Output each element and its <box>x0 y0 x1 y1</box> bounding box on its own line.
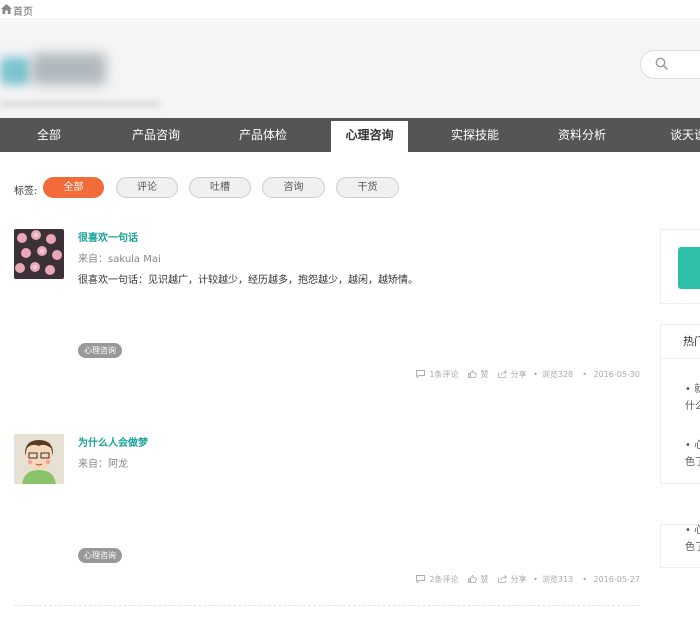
tab-product-consult[interactable]: 产品咨询 <box>98 118 214 152</box>
tab-product-check[interactable]: 产品体检 <box>214 118 312 152</box>
thumbs-up-icon[interactable] <box>467 370 477 378</box>
site-logo[interactable] <box>0 41 160 111</box>
sidebar-hot-card: • 心 色了 <box>660 524 700 568</box>
post-item: 为什么人会做梦 来自：阿龙 心理咨询 2条评论 赞 分享 • 浏览313 • 20… <box>14 434 640 594</box>
post-title[interactable]: 为什么人会做梦 <box>78 434 148 449</box>
share-icon[interactable] <box>497 575 507 583</box>
avatar[interactable] <box>14 434 64 484</box>
filter-label: 标签: <box>14 186 38 197</box>
post-date: 2016-05-30 <box>593 370 641 379</box>
view-count: 浏览328 <box>541 370 574 379</box>
like-button[interactable]: 赞 <box>481 370 489 379</box>
list-divider <box>14 605 640 606</box>
tab-all[interactable]: 全部 <box>0 118 98 152</box>
post-meta: 1条评论 赞 分享 • 浏览328 • 2016-05-30 <box>416 369 640 380</box>
hot-item-text[interactable]: 色了 <box>685 538 700 553</box>
filter-tips[interactable]: 干货 <box>336 177 399 198</box>
post-author[interactable]: 来自：阿龙 <box>78 455 128 470</box>
comment-icon[interactable] <box>416 370 426 378</box>
category-nav: 全部 产品咨询 产品体检 心理咨询 实探技能 资料分析 谈天说 <box>0 118 700 155</box>
search-input[interactable] <box>640 50 700 79</box>
share-button[interactable]: 分享 <box>511 575 527 584</box>
post-meta: 2条评论 赞 分享 • 浏览313 • 2016-05-27 <box>416 574 640 585</box>
site-header <box>0 21 700 118</box>
filter-review[interactable]: 评论 <box>116 177 178 198</box>
publish-button[interactable] <box>678 247 700 289</box>
tab-psych-consult[interactable]: 心理咨询 <box>331 121 408 155</box>
search-icon[interactable] <box>655 57 669 71</box>
share-button[interactable]: 分享 <box>511 370 527 379</box>
post-author[interactable]: 来自：sakula Mai <box>78 250 161 265</box>
avatar[interactable] <box>14 229 64 279</box>
hot-item[interactable]: • 就 <box>685 380 700 395</box>
tab-data-analysis[interactable]: 资料分析 <box>530 118 634 152</box>
comment-count[interactable]: 2条评论 <box>429 575 458 584</box>
post-date: 2016-05-27 <box>593 575 641 584</box>
breadcrumb-home-link[interactable]: 首页 <box>13 3 33 18</box>
like-button[interactable]: 赞 <box>481 575 489 584</box>
hot-item-text[interactable]: 什么 <box>685 397 700 412</box>
hot-title: 热门 <box>661 325 700 359</box>
hot-item[interactable]: • 心 <box>685 436 700 451</box>
thumbs-up-icon[interactable] <box>467 575 477 583</box>
filter-rant[interactable]: 吐槽 <box>189 177 251 198</box>
post-item: 很喜欢一句话 来自：sakula Mai 很喜欢一句话：见识越广，计较越少，经历… <box>14 229 640 389</box>
sidebar-action-card <box>660 229 700 304</box>
share-icon[interactable] <box>497 370 507 378</box>
filter-consult[interactable]: 咨询 <box>262 177 325 198</box>
tab-skills[interactable]: 实探技能 <box>424 118 526 152</box>
comment-icon[interactable] <box>416 575 426 583</box>
breadcrumb-bar: 首页 <box>0 0 700 20</box>
hot-item[interactable]: • 心 <box>685 521 700 536</box>
hot-item-text[interactable]: 色了 <box>685 453 700 468</box>
sidebar-hot-card: 热门 • 就 什么 • 心 色了 <box>660 324 700 484</box>
post-tag[interactable]: 心理咨询 <box>78 548 122 563</box>
home-icon[interactable] <box>1 4 12 14</box>
view-count: 浏览313 <box>541 575 574 584</box>
post-excerpt: 很喜欢一句话：见识越广，计较越少，经历越多，抱怨越少，越闲，越矫情。 <box>78 275 418 286</box>
filter-all[interactable]: 全部 <box>43 177 104 198</box>
comment-count[interactable]: 1条评论 <box>429 370 458 379</box>
post-title[interactable]: 很喜欢一句话 <box>78 229 138 244</box>
post-tag[interactable]: 心理咨询 <box>78 343 122 358</box>
tab-chat[interactable]: 谈天说 <box>658 118 700 152</box>
